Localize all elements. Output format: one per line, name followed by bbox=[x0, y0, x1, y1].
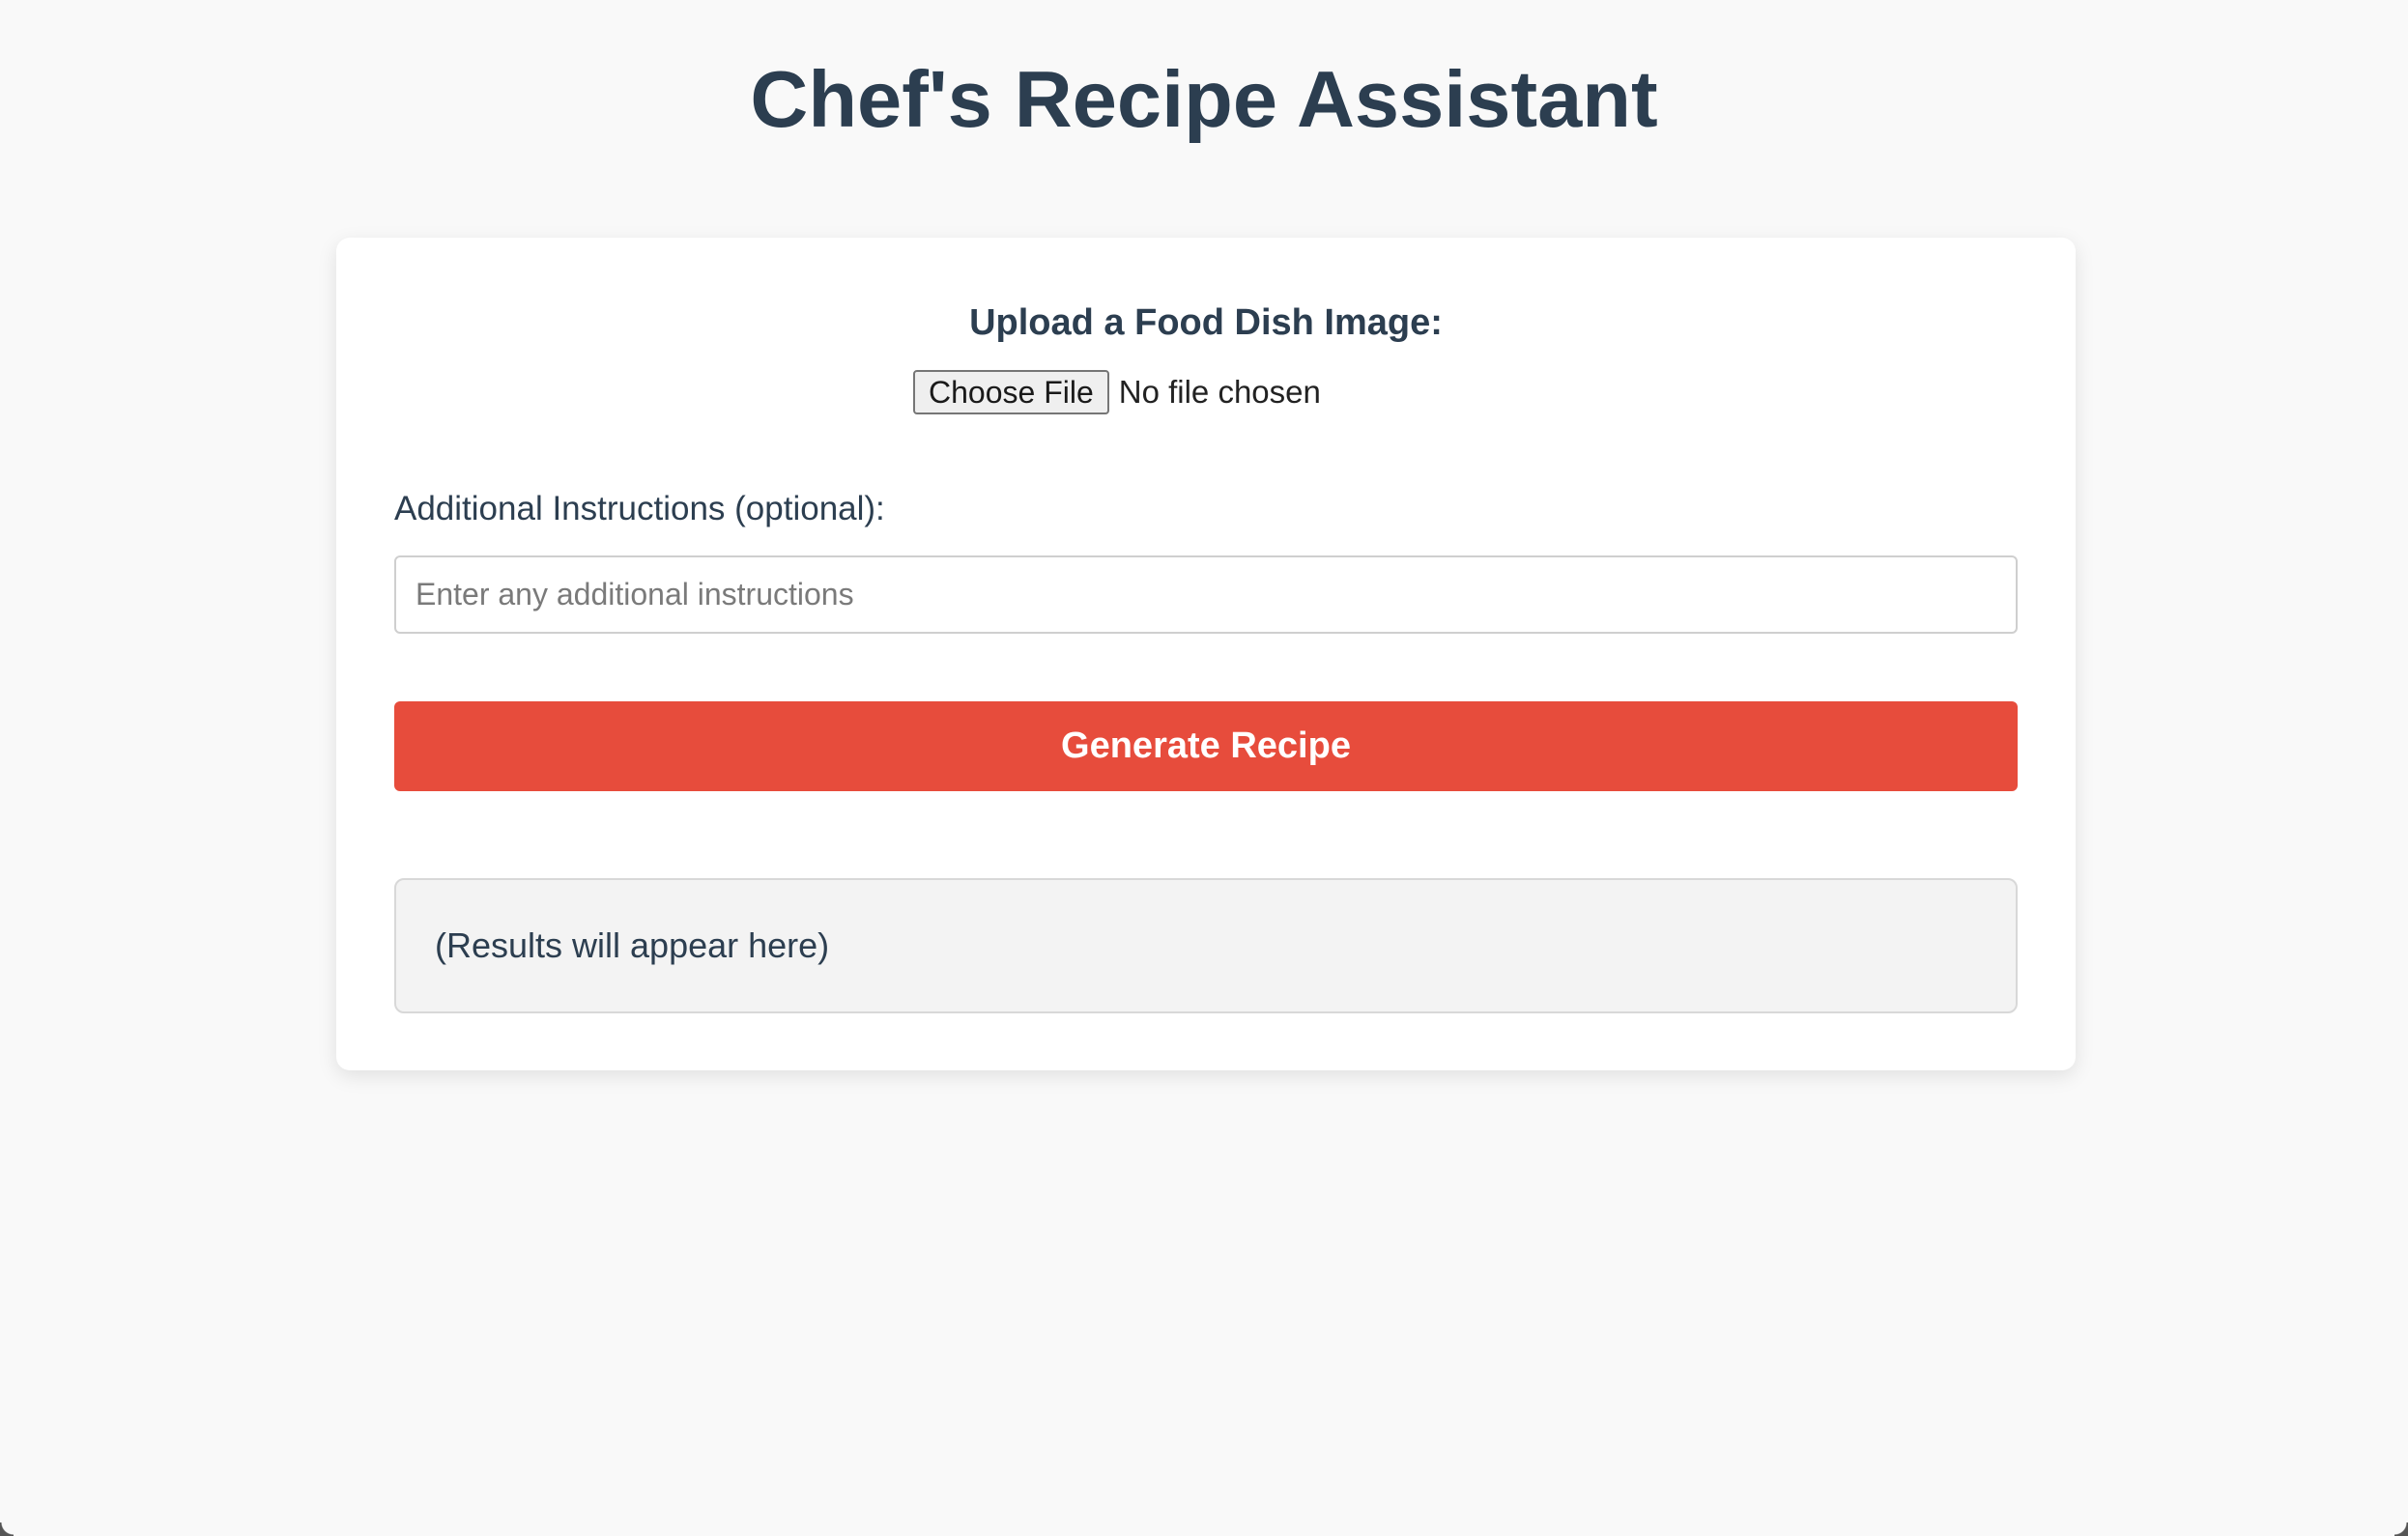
recipe-form-card: Upload a Food Dish Image: Choose File No… bbox=[336, 238, 2076, 1070]
upload-label: Upload a Food Dish Image: bbox=[969, 302, 1443, 343]
results-text: (Results will appear here) bbox=[435, 925, 830, 965]
file-status: No file chosen bbox=[1118, 374, 1321, 410]
page: Chef's Recipe Assistant Upload a Food Di… bbox=[0, 0, 2408, 1536]
window-corner-left bbox=[0, 1522, 14, 1536]
file-picker: Choose File No file chosen bbox=[913, 369, 1321, 415]
choose-file-button[interactable]: Choose File bbox=[913, 370, 1109, 414]
generate-recipe-button[interactable]: Generate Recipe bbox=[394, 701, 2018, 791]
window-corner-right bbox=[2394, 1522, 2408, 1536]
instructions-input[interactable] bbox=[394, 555, 2018, 634]
page-title: Chef's Recipe Assistant bbox=[750, 54, 1658, 144]
results-panel: (Results will appear here) bbox=[394, 878, 2018, 1013]
instructions-label: Additional Instructions (optional): bbox=[394, 490, 885, 527]
